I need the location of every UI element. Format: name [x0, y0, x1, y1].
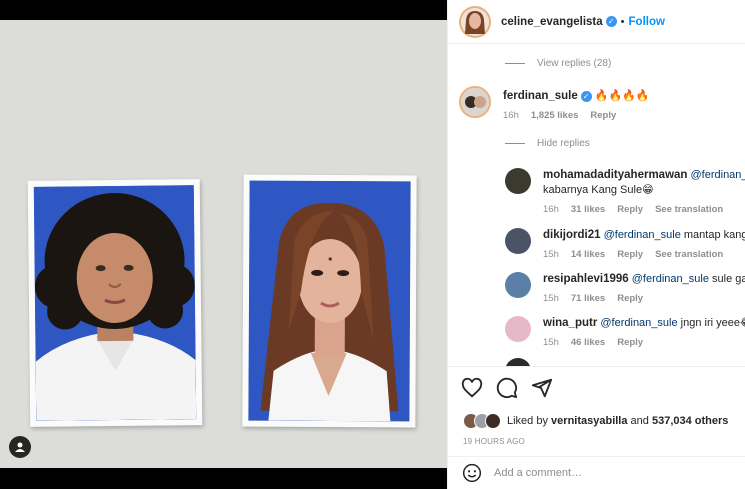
smiley-icon[interactable] [462, 463, 482, 483]
hide-replies-button[interactable]: Hide replies [505, 138, 590, 149]
reply-item-partial [448, 358, 745, 366]
divider-line [505, 143, 525, 144]
view-replies-label: View replies (28) [537, 58, 612, 69]
divider-line [505, 63, 525, 64]
reply-time: 15h [543, 337, 559, 348]
add-comment-input[interactable] [494, 467, 724, 479]
post-sidebar: celine_evangelista ✓ • Follow View repli… [447, 0, 745, 489]
liker-avatars [463, 413, 501, 429]
reply-username[interactable]: wina_putr [543, 317, 597, 329]
share-icon-svg [531, 378, 553, 398]
reply-avatar[interactable] [505, 168, 531, 194]
follow-button[interactable]: Follow [629, 16, 665, 28]
reply-item: dikijordi21 @ferdinan_sule mantap kang 1… [448, 228, 745, 260]
reply-text: jngn iri yeee😂 [680, 317, 745, 329]
reply-mention[interactable]: @ferdinan_sule [600, 317, 677, 329]
avatar-image [461, 7, 489, 36]
liked-by-prefix: Liked by [507, 415, 548, 427]
reply-likes[interactable]: 14 likes [571, 249, 605, 260]
comment-icon[interactable] [496, 377, 518, 399]
verified-badge-icon: ✓ [580, 90, 592, 102]
hide-replies-label: Hide replies [537, 138, 590, 149]
reply-avatar[interactable] [505, 228, 531, 254]
reply-likes[interactable]: 46 likes [571, 337, 605, 348]
reply-likes[interactable]: 71 likes [571, 293, 605, 304]
comment-username[interactable]: ferdinan_sule [503, 90, 578, 102]
post-photo[interactable] [0, 0, 447, 489]
avatar-image [461, 88, 489, 116]
reply-time: 16h [543, 204, 559, 215]
reply-time: 15h [543, 249, 559, 260]
reply-likes[interactable]: 31 likes [571, 204, 605, 215]
passport-photo-right [242, 174, 417, 428]
comment-icon-svg [496, 377, 518, 399]
liked-by-others[interactable]: 537,034 others [652, 415, 728, 427]
user-icon [15, 442, 25, 452]
reply-button[interactable]: Reply [617, 204, 643, 215]
likes-summary: Liked by vernitasyabilla and 537,034 oth… [463, 413, 728, 429]
commenter-avatar[interactable] [459, 86, 491, 118]
see-translation-button[interactable]: See translation [655, 204, 723, 215]
heart-icon[interactable] [461, 377, 483, 399]
reply-username[interactable]: mohamadadityahermawan [543, 169, 687, 181]
post-timestamp[interactable]: 19 HOURS AGO [463, 437, 525, 446]
reply-time: 15h [543, 293, 559, 304]
share-icon[interactable] [531, 377, 553, 399]
reply-item: wina_putr @ferdinan_sule jngn iri yeee😂 … [448, 316, 745, 348]
reply-item: mohamadadityahermawan @ferdinan_sule kab… [448, 168, 745, 215]
see-translation-button[interactable]: See translation [655, 249, 723, 260]
passport-photo-left [27, 179, 203, 427]
reply-username[interactable]: resipahlevi1996 [543, 273, 629, 285]
add-comment-bar [448, 456, 745, 489]
comment-time: 16h [503, 110, 519, 121]
tagged-users-button[interactable] [9, 436, 31, 458]
reply-mention[interactable]: @ferdinan_sule [604, 229, 681, 241]
reply-avatar[interactable] [505, 272, 531, 298]
comments-list[interactable]: View replies (28) ferdinan_sule ✓ 🔥🔥🔥🔥 1… [448, 44, 745, 366]
reply-username[interactable]: dikijordi21 [543, 229, 601, 241]
view-replies-button[interactable]: View replies (28) [505, 58, 611, 69]
reply-text: kabarnya Kang Sule😁 [543, 184, 654, 196]
liker-avatar [485, 413, 501, 429]
post-header: celine_evangelista ✓ • Follow [448, 0, 745, 44]
header-separator: • [620, 15, 625, 28]
reply-button[interactable]: Reply [617, 249, 643, 260]
photo-background [0, 20, 447, 468]
author-username[interactable]: celine_evangelista [501, 16, 603, 28]
author-avatar[interactable] [459, 5, 491, 38]
reply-mention[interactable]: @ferdinan_sule [632, 273, 709, 285]
reply-button[interactable]: Reply [590, 110, 616, 121]
reply-button[interactable]: Reply [617, 293, 643, 304]
verified-badge-icon: ✓ [605, 16, 617, 27]
heart-icon-svg [461, 377, 483, 398]
comment-main: ferdinan_sule ✓ 🔥🔥🔥🔥 16h 1,825 likes Repl… [448, 86, 745, 121]
reply-text: sule ga d [712, 273, 745, 285]
liked-by-and: and [630, 415, 649, 427]
reply-mention[interactable]: @ferdinan_sule [691, 169, 745, 181]
liked-by-user[interactable]: vernitasyabilla [551, 415, 627, 427]
comment-likes[interactable]: 1,825 likes [531, 110, 579, 121]
comment-text: 🔥🔥🔥🔥 [594, 90, 650, 102]
portrait-man-illustration [33, 185, 197, 421]
post-actions: Liked by vernitasyabilla and 537,034 oth… [448, 366, 745, 456]
reply-button[interactable]: Reply [617, 337, 643, 348]
reply-avatar[interactable] [505, 316, 531, 342]
reply-item: resipahlevi1996 @ferdinan_sule sule ga d… [448, 272, 745, 304]
reply-text: mantap kang [683, 229, 745, 241]
portrait-woman-illustration [248, 180, 411, 422]
reply-avatar[interactable] [505, 358, 531, 366]
